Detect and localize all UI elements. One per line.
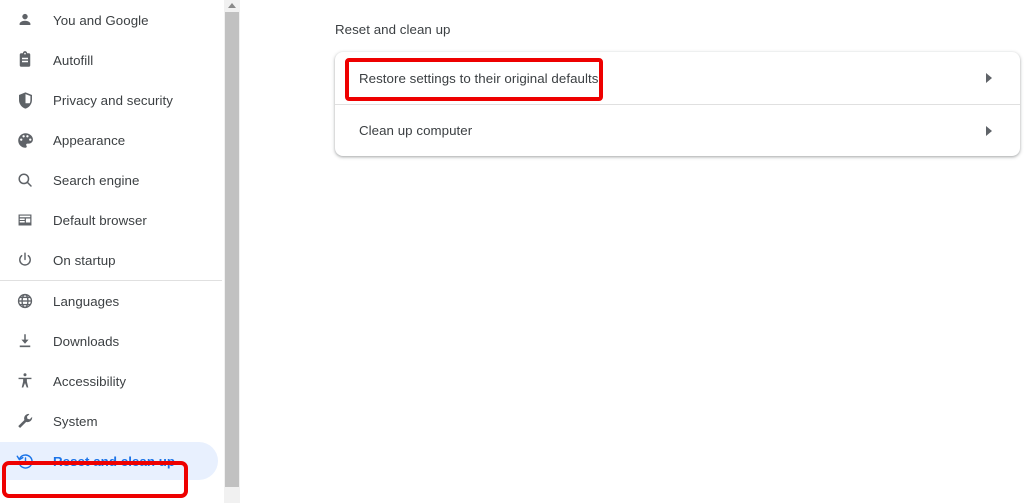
sidebar-item-autofill[interactable]: Autofill <box>0 40 222 80</box>
scrollbar-thumb[interactable] <box>225 12 239 487</box>
settings-main-panel: Reset and clean up Restore settings to t… <box>240 0 1024 503</box>
sidebar-item-label: Privacy and security <box>53 92 173 108</box>
sidebar-item-label: Search engine <box>53 172 140 188</box>
sidebar-item-privacy-and-security[interactable]: Privacy and security <box>0 80 222 120</box>
sidebar-item-label: You and Google <box>53 12 149 28</box>
sidebar-item-label: Default browser <box>53 212 147 228</box>
sidebar-item-languages[interactable]: Languages <box>0 281 222 321</box>
row-clean-up-computer[interactable]: Clean up computer <box>335 104 1020 156</box>
wrench-icon <box>14 410 36 432</box>
shield-icon <box>14 89 36 111</box>
sidebar-item-accessibility[interactable]: Accessibility <box>0 361 222 401</box>
caret-up-icon[interactable] <box>224 0 240 10</box>
sidebar-item-system[interactable]: System <box>0 401 222 441</box>
page-title: Reset and clean up <box>335 22 451 37</box>
sidebar-item-label: On startup <box>53 252 116 268</box>
sidebar-item-reset-and-clean-up[interactable]: Reset and clean up <box>0 441 222 481</box>
browser-window-icon <box>14 209 36 231</box>
download-icon <box>14 330 36 352</box>
chevron-right-icon <box>982 124 996 138</box>
sidebar-item-downloads[interactable]: Downloads <box>0 321 222 361</box>
reset-and-clean-up-card: Restore settings to their original defau… <box>335 52 1020 156</box>
sidebar-item-label: Autofill <box>53 52 94 68</box>
sidebar-item-label: Downloads <box>53 333 120 349</box>
sidebar-item-label: Accessibility <box>53 373 127 389</box>
accessibility-icon <box>14 370 36 392</box>
sidebar-item-label: System <box>53 413 98 429</box>
sidebar-item-label: Appearance <box>53 132 126 148</box>
sidebar-item-on-startup[interactable]: On startup <box>0 240 222 280</box>
sidebar-item-you-and-google[interactable]: You and Google <box>0 0 222 40</box>
sidebar-item-search-engine[interactable]: Search engine <box>0 160 222 200</box>
sidebar-scrollbar[interactable] <box>224 0 240 503</box>
search-icon <box>14 169 36 191</box>
globe-icon <box>14 290 36 312</box>
chevron-right-icon <box>982 71 996 85</box>
sidebar-item-appearance[interactable]: Appearance <box>0 120 222 160</box>
palette-icon <box>14 129 36 151</box>
clipboard-icon <box>14 49 36 71</box>
row-restore-settings[interactable]: Restore settings to their original defau… <box>335 52 1020 104</box>
sidebar-group-primary: You and Google Autofill Privacy and secu… <box>0 0 222 280</box>
sidebar-item-label: Languages <box>53 293 120 309</box>
row-label: Restore settings to their original defau… <box>359 70 599 86</box>
sidebar-item-label: Reset and clean up <box>53 453 176 469</box>
sidebar-item-default-browser[interactable]: Default browser <box>0 200 222 240</box>
person-icon <box>14 9 36 31</box>
sidebar-group-secondary: Languages Downloads Accessibility System… <box>0 281 222 481</box>
row-label: Clean up computer <box>359 123 473 138</box>
history-restore-icon <box>14 450 36 472</box>
settings-sidebar: You and Google Autofill Privacy and secu… <box>0 0 222 503</box>
power-icon <box>14 249 36 271</box>
